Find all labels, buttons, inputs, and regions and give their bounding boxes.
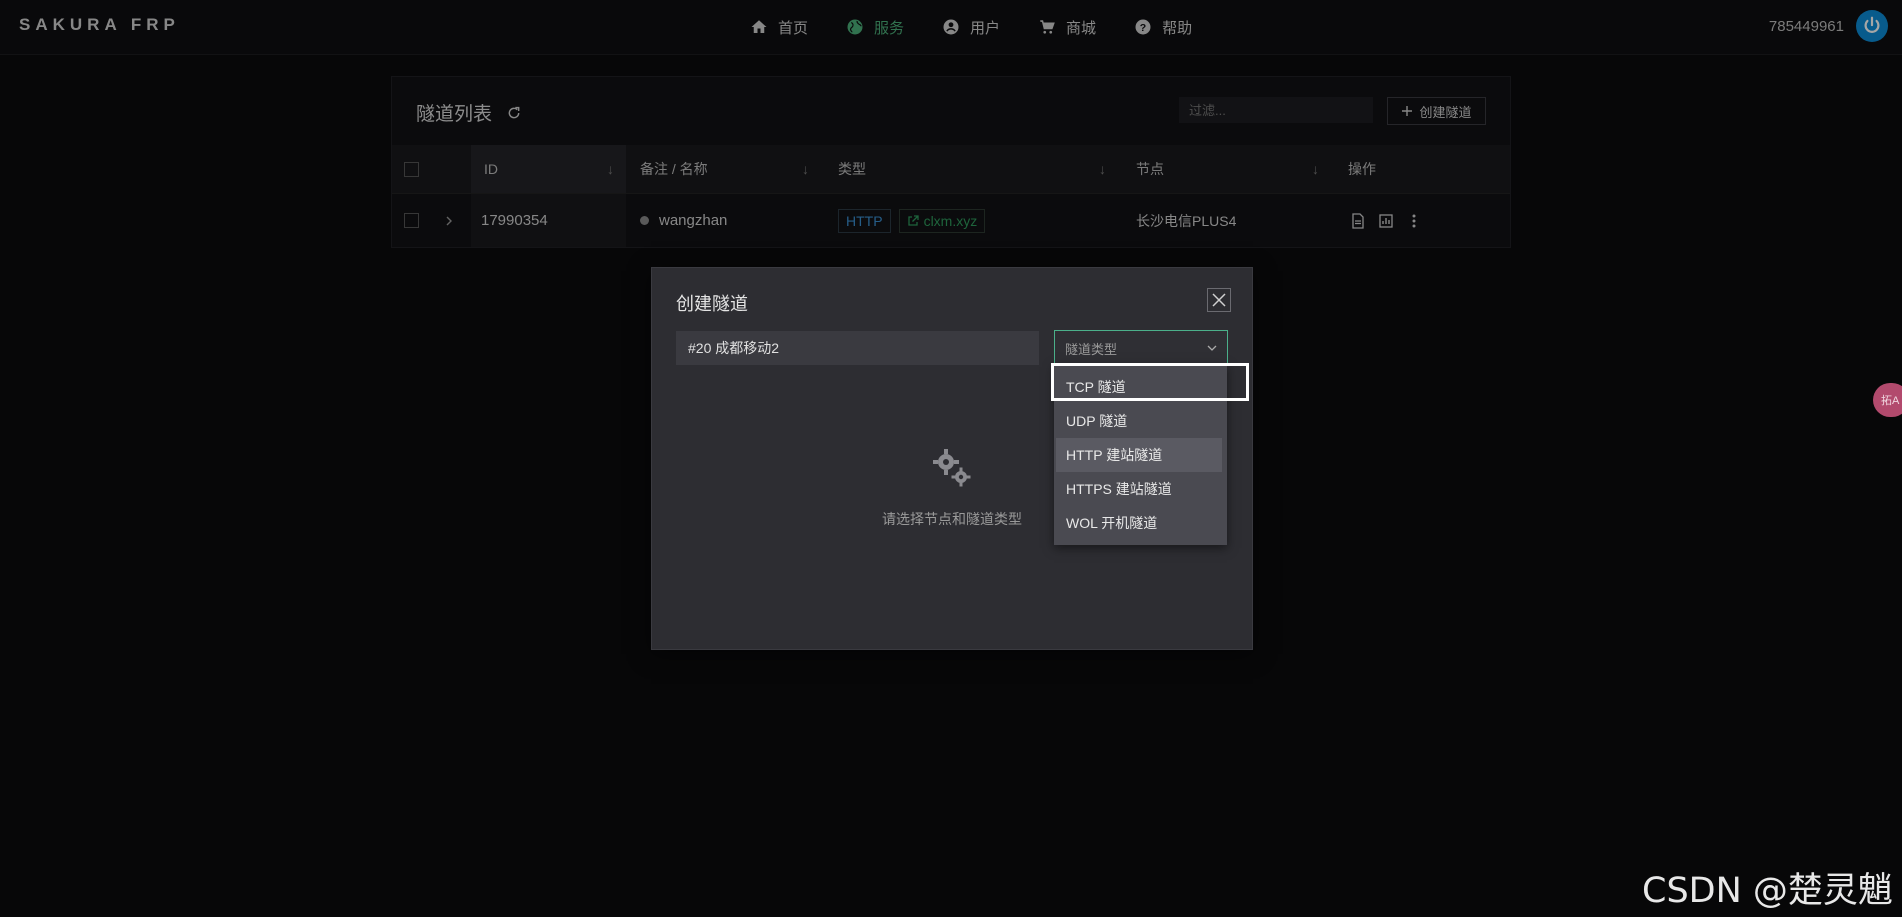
close-button[interactable] — [1207, 288, 1231, 312]
chevron-down-icon — [1207, 345, 1217, 351]
option-https[interactable]: HTTPS 建站隧道 — [1056, 472, 1222, 506]
node-select[interactable]: #20 成都移动2 — [676, 331, 1039, 365]
gears-icon — [933, 449, 971, 487]
close-icon — [1212, 293, 1226, 307]
option-http[interactable]: HTTP 建站隧道 — [1056, 438, 1222, 472]
tunnel-type-select[interactable]: 隧道类型 — [1054, 330, 1228, 366]
option-wol[interactable]: WOL 开机隧道 — [1056, 506, 1222, 540]
dialog-title: 创建隧道 — [676, 294, 748, 314]
tunnel-type-placeholder: 隧道类型 — [1065, 341, 1118, 357]
node-select-value: #20 成都移动2 — [688, 340, 780, 356]
highlight-annotation-box — [1051, 363, 1249, 401]
watermark: CSDN @楚灵魈 — [1642, 871, 1893, 911]
option-udp[interactable]: UDP 隧道 — [1056, 404, 1222, 438]
translate-widget[interactable]: 拓A — [1873, 383, 1902, 417]
